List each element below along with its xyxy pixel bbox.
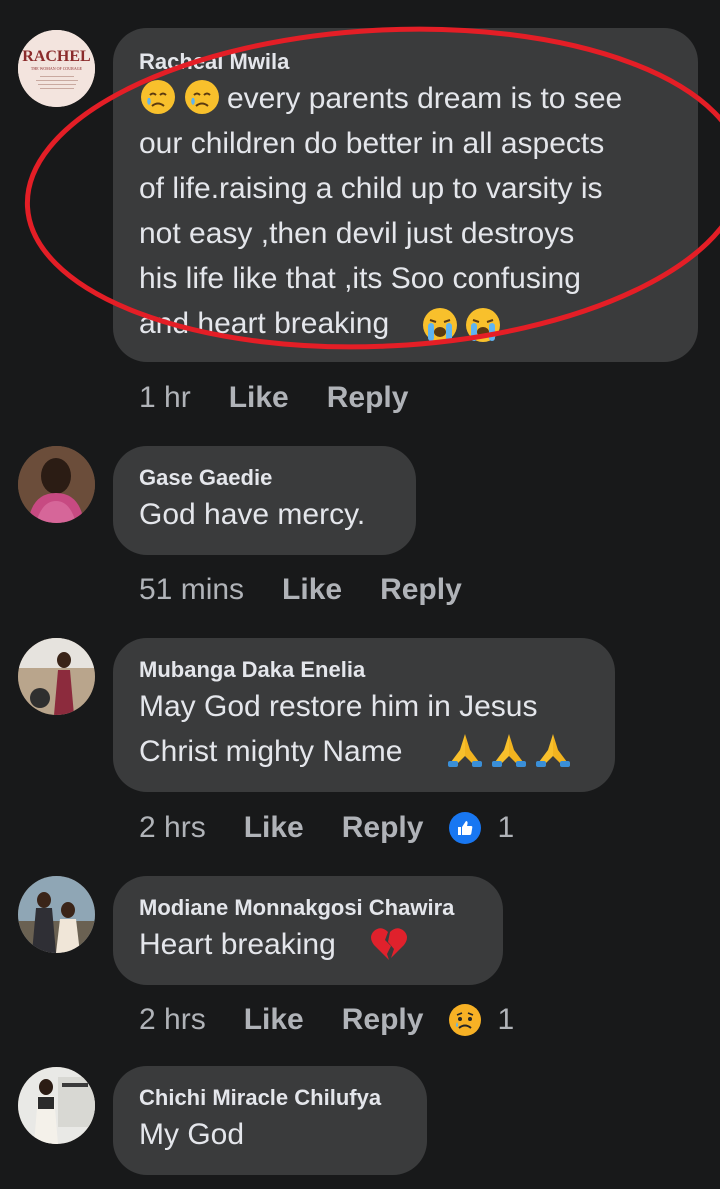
comment-text-block: May God restore him in Jesus Christ migh…: [139, 684, 589, 774]
avatar-image: [18, 446, 95, 523]
reaction-count: 1: [497, 1003, 515, 1036]
comment-author[interactable]: Racheal Mwila: [139, 48, 672, 76]
avatar-image: RACHEL THE WOMAN OF COURAGE: [18, 30, 95, 107]
comment-bubble[interactable]: Gase Gaedie God have mercy.: [113, 446, 416, 555]
comments-feed: RACHEL THE WOMAN OF COURAGE Racheal Mwil…: [0, 0, 720, 1189]
comment-actions: 2 hrs Like Reply 1: [139, 998, 514, 1042]
folded-hands-icon: [492, 734, 526, 767]
avatar-image: [18, 638, 95, 715]
reply-button[interactable]: Reply: [327, 381, 409, 415]
reply-button[interactable]: Reply: [380, 573, 462, 607]
avatar[interactable]: RACHEL THE WOMAN OF COURAGE: [18, 30, 95, 107]
comment-timestamp[interactable]: 2 hrs: [139, 811, 206, 845]
sad-relieved-face-icon: [183, 78, 221, 121]
avatar-logo-subtext: THE WOMAN OF COURAGE: [31, 66, 83, 71]
folded-hands-icon: [448, 734, 482, 767]
reply-button[interactable]: Reply: [342, 1003, 424, 1037]
comment-bubble[interactable]: Modiane Monnakgosi Chawira Heart breakin…: [113, 876, 503, 985]
avatar[interactable]: [18, 1067, 95, 1144]
comment-author[interactable]: Chichi Miracle Chilufya: [139, 1084, 401, 1112]
comment-author[interactable]: Gase Gaedie: [139, 464, 390, 492]
avatar-image: [18, 1067, 95, 1144]
loudly-crying-face-icon: [421, 306, 459, 349]
comment-actions: 51 mins Like Reply: [139, 568, 488, 612]
comment-bubble[interactable]: Chichi Miracle Chilufya My God: [113, 1066, 427, 1175]
like-button[interactable]: Like: [229, 381, 289, 415]
comment-timestamp[interactable]: 51 mins: [139, 573, 244, 607]
loudly-crying-face-icon: [464, 306, 502, 349]
avatar[interactable]: [18, 638, 95, 715]
comment-text: God have mercy.: [139, 498, 366, 531]
comment-bubble[interactable]: Mubanga Daka Enelia May God restore him …: [113, 638, 615, 792]
sad-relieved-face-icon: [139, 78, 177, 121]
comment-text-block: every parents dream is to see our childr…: [139, 76, 672, 346]
reaction-summary[interactable]: 1: [449, 1003, 514, 1037]
avatar-image: [18, 876, 95, 953]
comment-text: My God: [139, 1118, 245, 1151]
like-button[interactable]: Like: [244, 1003, 304, 1037]
reaction-summary[interactable]: 1: [449, 811, 514, 845]
comment-text: Heart breaking: [139, 928, 336, 961]
comment-timestamp[interactable]: 1 hr: [139, 381, 191, 415]
avatar[interactable]: [18, 446, 95, 523]
comment-author[interactable]: Mubanga Daka Enelia: [139, 656, 589, 684]
comment-author[interactable]: Modiane Monnakgosi Chawira: [139, 894, 477, 922]
avatar-logo-text: RACHEL: [22, 48, 90, 65]
reaction-count: 1: [497, 811, 515, 844]
comment-text-block: Heart breaking: [139, 922, 477, 967]
like-button[interactable]: Like: [282, 573, 342, 607]
like-icon: [449, 812, 482, 844]
folded-hands-emojis: [445, 730, 573, 770]
avatar[interactable]: [18, 876, 95, 953]
like-button[interactable]: Like: [244, 811, 304, 845]
broken-heart-icon: [369, 924, 409, 969]
comment-bubble[interactable]: Racheal Mwila every parents dream is to …: [113, 28, 698, 362]
comment-timestamp[interactable]: 2 hrs: [139, 1003, 206, 1037]
reply-button[interactable]: Reply: [342, 811, 424, 845]
folded-hands-icon: [536, 734, 570, 767]
comment-actions: 2 hrs Like Reply 1: [139, 806, 514, 850]
comment-actions: 1 hr Like Reply: [139, 376, 434, 420]
sad-icon: [449, 1004, 482, 1036]
